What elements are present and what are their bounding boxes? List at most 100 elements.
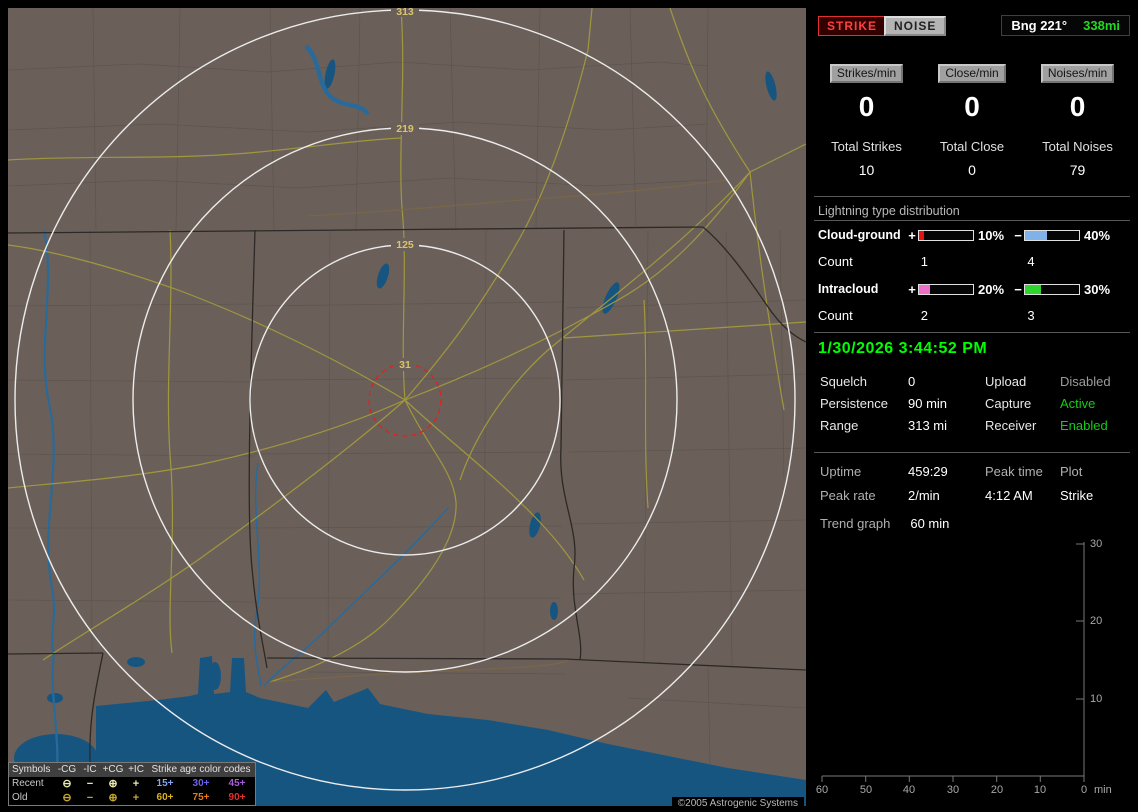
datetime-display: 1/30/2026 3:44:52 PM: [818, 340, 988, 357]
old-neg-ic-icon: −: [86, 792, 94, 804]
age-60: 60+: [156, 792, 174, 803]
ring-label-31: 31: [399, 359, 411, 371]
map-canvas[interactable]: 313 219 125 31: [8, 8, 806, 806]
plus-polarity-sign: +: [908, 281, 916, 297]
bearing-label: Bng 221°: [1011, 18, 1068, 33]
cg-negative-count: 4: [1027, 253, 1035, 269]
peak-rate-value: 2/min: [908, 488, 940, 503]
total-noises-value: 79: [1069, 162, 1086, 178]
plot-value: Strike: [1060, 488, 1094, 503]
intracloud-count-row: Count 2 3: [818, 307, 1130, 323]
age-90: 90+: [228, 792, 246, 803]
legend-header-symbols: Symbols: [12, 764, 51, 775]
age-45: 45+: [228, 778, 246, 789]
cg-negative-bar: [1024, 229, 1080, 241]
cloud-ground-label: Cloud-ground: [818, 228, 901, 242]
xaxis-unit: min: [1094, 784, 1112, 796]
xtick-10: 10: [1033, 784, 1047, 796]
close-per-min-value: 0: [964, 91, 980, 122]
intracloud-label: Intracloud: [818, 282, 879, 296]
cg-negative-pct: 40%: [1084, 227, 1111, 243]
ytick-20: 20: [1090, 615, 1103, 627]
strikes-rate-column: Strikes/min 0 Total Strikes 10: [814, 64, 919, 178]
recent-pos-ic-icon: +: [132, 778, 140, 790]
capture-label: Capture: [985, 396, 1032, 411]
peak-rate-label: Peak rate: [820, 488, 876, 503]
capture-value: Active: [1060, 396, 1096, 411]
old-pos-ic-icon: +: [132, 792, 140, 804]
xtick-30: 30: [946, 784, 960, 796]
age-30: 30+: [192, 778, 210, 789]
ytick-10: 10: [1090, 693, 1103, 705]
cg-positive-bar: [918, 229, 974, 241]
strikes-per-min-value: 0: [858, 91, 875, 122]
lightning-map[interactable]: 313 219 125 31 Symbols -CG -IC +CG +IC S…: [8, 8, 806, 810]
strike-button[interactable]: STRIKE: [818, 16, 887, 36]
info-grid: Uptime 459:29 Peak time Plot Peak rate 2…: [820, 464, 1128, 503]
bearing-distance: 338mi: [1083, 18, 1120, 33]
receiver-label: Receiver: [985, 418, 1037, 433]
close-rate-column: Close/min 0 Total Close 0: [920, 64, 1025, 178]
upload-label: Upload: [985, 374, 1027, 389]
cg-positive-bar-fill: [919, 230, 925, 240]
squelch-label: Squelch: [820, 374, 867, 389]
legend-header-pcg: +CG: [102, 764, 124, 775]
ic-negative-pct: 30%: [1084, 281, 1111, 297]
bearing-readout: Bng 221° 338mi: [1001, 15, 1130, 36]
ring-label-313: 313: [396, 8, 414, 18]
noises-rate-column: Noises/min 0 Total Noises 79: [1025, 64, 1130, 178]
intracloud-row: Intracloud + 20% − 30%: [818, 281, 1130, 297]
xtick-60: 60: [815, 784, 829, 796]
range-label: Range: [820, 418, 859, 433]
ring-label-125: 125: [396, 239, 414, 251]
receiver-value: Enabled: [1060, 418, 1108, 433]
total-close-label: Total Close: [939, 139, 1005, 154]
cg-positive-count: 1: [920, 253, 928, 269]
persistence-value: 90 min: [908, 396, 948, 411]
legend-header-ncg: -CG: [57, 764, 77, 775]
ic-count-label: Count: [818, 307, 853, 323]
legend-header-ages: Strike age color codes: [151, 764, 251, 775]
ring-label-219: 219: [396, 123, 414, 135]
old-neg-cg-icon: ⊖: [62, 792, 72, 804]
noises-per-min-value: 0: [1069, 91, 1086, 122]
cg-negative-bar-fill: [1025, 230, 1047, 240]
status-grid: Squelch 0 Upload Disabled Persistence 90…: [820, 374, 1128, 433]
uptime-value: 459:29: [908, 464, 948, 479]
ic-negative-bar: [1024, 283, 1080, 295]
close-per-min-button[interactable]: Close/min: [938, 64, 1006, 83]
xtick-50: 50: [859, 784, 873, 796]
squelch-value: 0: [908, 374, 916, 389]
ic-positive-pct: 20%: [978, 281, 1005, 297]
recent-pos-cg-icon: ⊕: [108, 778, 118, 790]
minus-polarity-sign: −: [1014, 227, 1022, 243]
age-15: 15+: [156, 778, 174, 789]
trend-graph-value: 60 min: [910, 516, 950, 531]
strikes-per-min-button[interactable]: Strikes/min: [829, 64, 904, 83]
total-strikes-label: Total Strikes: [831, 139, 902, 154]
total-strikes-value: 10: [858, 162, 875, 178]
copyright-text: ©2005 Astrogenic Systems: [671, 797, 804, 810]
xtick-0: 0: [1080, 784, 1088, 796]
trend-axes: [821, 542, 1085, 782]
distribution-heading: Lightning type distribution: [818, 204, 960, 218]
upload-value: Disabled: [1060, 374, 1111, 389]
range-value: 313 mi: [908, 418, 948, 433]
ic-positive-bar-fill: [919, 284, 930, 294]
legend-header-pic: +IC: [128, 764, 144, 775]
total-noises-label: Total Noises: [1042, 139, 1113, 154]
ic-negative-bar-fill: [1025, 284, 1042, 294]
uptime-label: Uptime: [820, 464, 862, 479]
recent-neg-ic-icon: −: [86, 778, 94, 790]
recent-neg-cg-icon: ⊖: [62, 778, 72, 790]
xtick-40: 40: [902, 784, 916, 796]
noises-per-min-button[interactable]: Noises/min: [1040, 64, 1115, 83]
xtick-20: 20: [990, 784, 1004, 796]
plot-label: Plot: [1060, 464, 1083, 479]
minus-polarity-sign: −: [1014, 281, 1022, 297]
legend-row-old-label: Old: [12, 792, 28, 803]
cloud-ground-row: Cloud-ground + 10% − 40%: [818, 227, 1130, 243]
noise-button[interactable]: NOISE: [884, 16, 947, 36]
ic-negative-count: 3: [1027, 307, 1035, 323]
persistence-label: Persistence: [820, 396, 888, 411]
